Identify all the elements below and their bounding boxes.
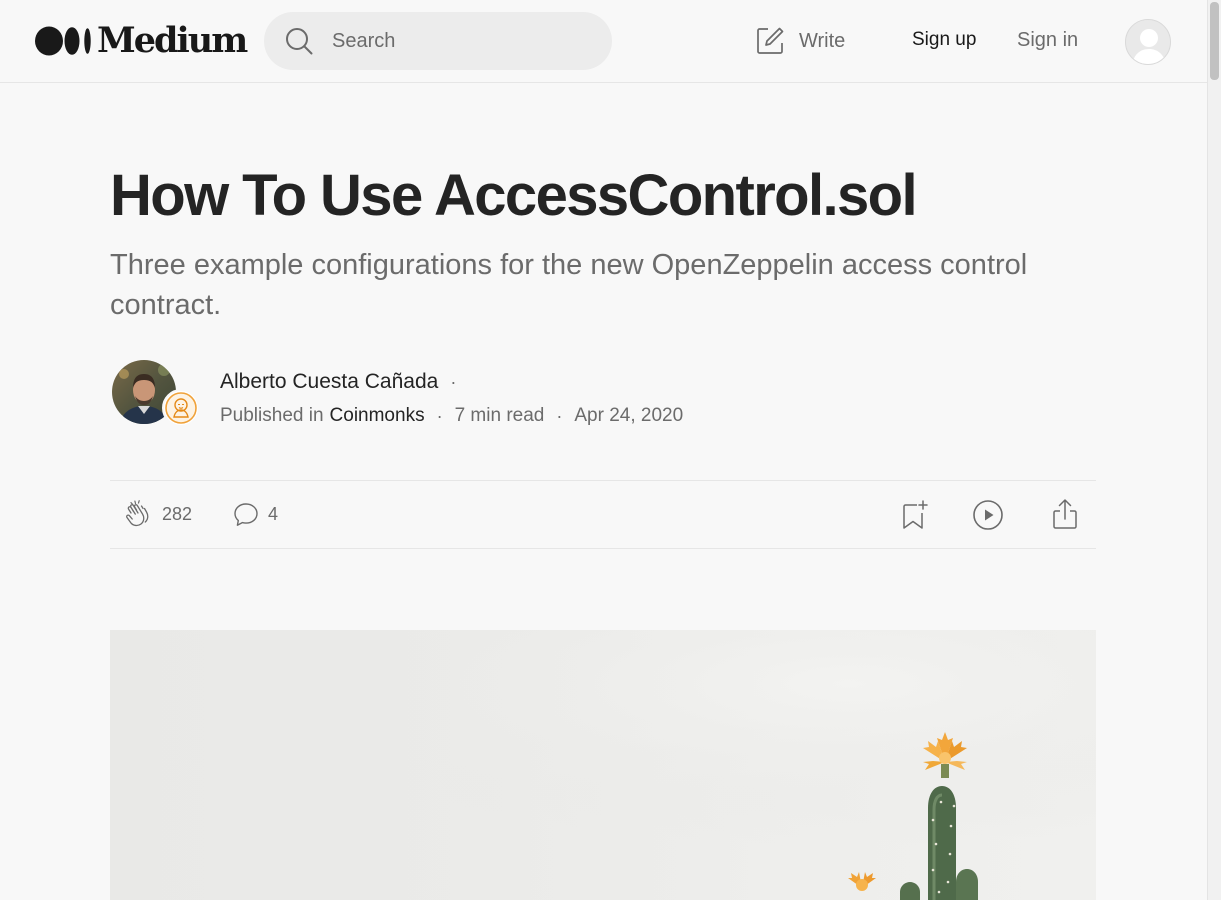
article-action-bar: 282 4: [110, 480, 1096, 549]
write-button[interactable]: Write: [755, 24, 845, 58]
author-line: Alberto Cuesta Cañada ·: [220, 368, 468, 396]
search-bar[interactable]: [264, 12, 612, 70]
response-icon[interactable]: [232, 501, 260, 529]
sign-up-link[interactable]: Sign up: [912, 29, 976, 51]
play-icon[interactable]: [972, 499, 1004, 531]
write-icon: [757, 27, 784, 54]
share-icon[interactable]: [1050, 497, 1080, 531]
read-time: 7 min read: [454, 405, 545, 426]
write-label: Write: [799, 29, 846, 52]
user-avatar-button[interactable]: [1125, 19, 1171, 65]
clap-count[interactable]: 282: [162, 504, 192, 525]
publication-badge-icon: [165, 392, 197, 424]
medium-logo-icon: [35, 26, 91, 56]
top-navigation-bar: Medium Write Sign up Sign in: [0, 0, 1207, 83]
clap-icon[interactable]: [124, 499, 156, 531]
logo-wordmark: Medium: [97, 20, 248, 61]
article-meta: Published in Coinmonks · 7 min read · Ap…: [220, 403, 683, 429]
user-avatar-icon: [1126, 20, 1170, 64]
search-icon: [286, 28, 313, 55]
medium-logo[interactable]: Medium: [35, 20, 248, 61]
published-in-label: Published in: [220, 405, 324, 426]
search-input[interactable]: [332, 26, 592, 56]
page-scrollbar[interactable]: [1207, 0, 1221, 900]
author-separator: ·: [450, 371, 457, 392]
article-hero-image: [110, 630, 1096, 900]
cactus-flower-photo: [110, 630, 1096, 900]
scrollbar-thumb[interactable]: [1210, 2, 1219, 80]
meta-separator-2: ·: [556, 405, 563, 426]
meta-separator-1: ·: [436, 405, 443, 426]
bookmark-add-icon[interactable]: [900, 499, 930, 531]
response-count[interactable]: 4: [268, 504, 278, 525]
publish-date: Apr 24, 2020: [574, 405, 684, 426]
article-title: How To Use AccessControl.sol: [110, 163, 918, 228]
article-subtitle: Three example configurations for the new…: [110, 249, 1028, 321]
publication-link[interactable]: Coinmonks: [330, 405, 425, 427]
publication-badge[interactable]: [162, 389, 200, 427]
sign-in-link[interactable]: Sign in: [1017, 29, 1078, 52]
author-name-link[interactable]: Alberto Cuesta Cañada: [220, 370, 438, 394]
